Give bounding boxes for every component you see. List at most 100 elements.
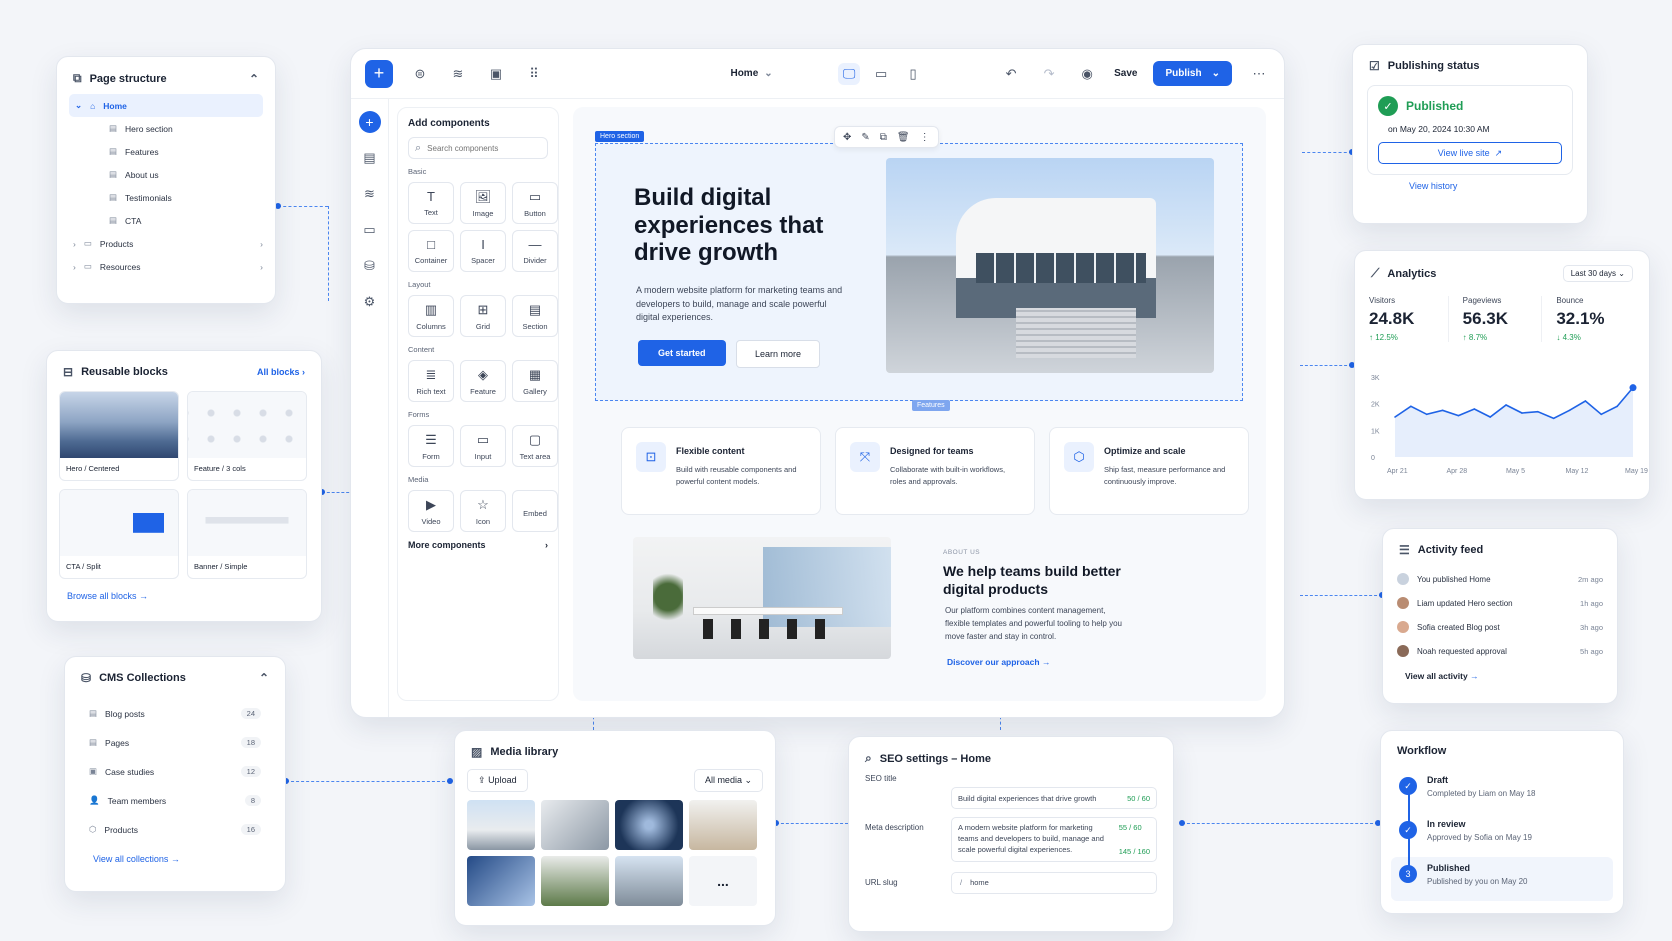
expand-chevron-icon[interactable]: › (73, 239, 76, 249)
layers-rail-icon[interactable]: ≋ (359, 183, 381, 205)
component-tile[interactable]: ▤ Section (512, 295, 558, 337)
meta-description-input[interactable]: A modern website platform for marketing … (951, 817, 1157, 862)
tree-item-home[interactable]: ⌄ ⌂ Home (69, 94, 263, 117)
expand-chevron-icon[interactable]: ⌄ (75, 100, 82, 111)
component-tile[interactable]: ▶ Video (408, 490, 454, 532)
activity-item[interactable]: Liam updated Hero section 1h ago (1397, 591, 1603, 615)
block-card[interactable]: CTA / Split (59, 489, 179, 579)
date-range-select[interactable]: Last 30 days ⌄ (1562, 265, 1633, 282)
component-tile[interactable]: ▦ Gallery (512, 360, 558, 402)
add-button[interactable]: + (365, 59, 393, 88)
component-tile[interactable]: 🖼 Image (460, 182, 506, 224)
collection-item[interactable]: ▣ Case studies 12 (89, 757, 261, 786)
settings-rail-icon[interactable]: ⚙ (359, 291, 381, 313)
collapse-chevron-icon[interactable]: ⌃ (259, 671, 269, 685)
component-search-input[interactable] (427, 143, 538, 153)
delete-icon[interactable]: 🗑 (897, 132, 910, 143)
edit-icon[interactable]: ✎ (861, 132, 869, 143)
tree-item[interactable]: ▤ Features (69, 140, 263, 163)
component-tile[interactable]: T Text (408, 182, 454, 224)
component-tile[interactable]: ≣ Rich text (408, 360, 454, 402)
workflow-step[interactable]: ✓ Draft Completed by Liam on May 18 (1391, 769, 1613, 813)
feature-card[interactable]: ⤧ Designed for teams Collaborate with buil… (835, 427, 1035, 515)
all-blocks-link[interactable]: All blocks › (257, 367, 305, 377)
tree-item[interactable]: ▤ CTA (69, 209, 263, 232)
pages-rail-icon[interactable]: ▤ (359, 147, 381, 169)
more-components-link[interactable]: More components › (408, 540, 548, 550)
url-slug-input[interactable]: / home (951, 871, 1157, 894)
more-vertical-icon[interactable]: ⋮ (920, 132, 930, 143)
feature-card[interactable]: ⬡ Optimize and scale Ship fast, measure pe… (1049, 427, 1249, 515)
data-point[interactable] (1629, 384, 1637, 392)
duplicate-icon[interactable]: ⧉ (880, 132, 887, 143)
component-tile[interactable]: ▢ Text area (512, 425, 558, 467)
view-all-collections-link[interactable]: View all collections → (65, 844, 285, 874)
media-thumb[interactable] (689, 800, 757, 850)
move-icon[interactable]: ✥ (843, 132, 851, 143)
component-tile[interactable]: ☆ Icon (460, 490, 506, 532)
component-tile[interactable]: Embed (512, 490, 558, 532)
undo-icon[interactable]: ↶ (1000, 63, 1022, 85)
expand-chevron-icon[interactable]: › (73, 262, 76, 272)
preview-eye-icon[interactable]: ◉ (1076, 63, 1098, 85)
pages-icon[interactable]: ⊜ (409, 63, 431, 85)
component-tile[interactable]: ⊞ Grid (460, 295, 506, 337)
component-tile[interactable]: — Divider (512, 230, 558, 272)
workflow-step[interactable]: 3 Published Published by you on May 20 (1391, 857, 1613, 901)
publish-chevron-icon[interactable]: ⌄ (1212, 68, 1220, 79)
redo-icon[interactable]: ↷ (1038, 63, 1060, 85)
collection-item[interactable]: 👤 Team members 8 (89, 786, 261, 815)
add-element-button[interactable]: + (358, 111, 381, 133)
collapse-chevron-icon[interactable]: ⌃ (249, 72, 259, 86)
workflow-step[interactable]: ✓ In review Approved by Sofia on May 19 (1391, 813, 1613, 857)
assets-icon[interactable]: ▣ (485, 63, 507, 85)
save-button[interactable]: Save (1114, 68, 1137, 79)
get-started-button[interactable]: Get started (638, 340, 726, 366)
component-search[interactable]: ⌕ (408, 137, 548, 159)
collection-item[interactable]: ▤ Pages 18 (89, 728, 261, 757)
media-thumb[interactable] (615, 856, 683, 906)
activity-item[interactable]: You published Home 2m ago (1397, 567, 1603, 591)
component-tile[interactable]: ▥ Columns (408, 295, 454, 337)
tree-item[interactable]: ▤ About us (69, 163, 263, 186)
tree-item[interactable]: ▤ Hero section (69, 117, 263, 140)
block-card[interactable]: Banner / Simple (187, 489, 307, 579)
tree-folder[interactable]: › ▭ Products › (69, 232, 263, 255)
media-thumb[interactable] (541, 856, 609, 906)
block-card[interactable]: Hero / Centered (59, 391, 179, 481)
view-live-site-button[interactable]: View live site ↗ (1378, 142, 1562, 164)
media-thumb[interactable] (541, 800, 609, 850)
upload-button[interactable]: ⇪ Upload (467, 769, 528, 792)
hero-section[interactable]: Hero section ✥ ✎ ⧉ 🗑 ⋮ Build digital exp… (595, 126, 1243, 411)
media-filter-select[interactable]: All media ⌄ (693, 769, 763, 792)
folder-rail-icon[interactable]: ▭ (359, 219, 381, 241)
mobile-view-icon[interactable]: ▯ (902, 63, 924, 85)
discover-approach-link[interactable]: Discover our approach → (947, 657, 1050, 667)
publish-button[interactable]: Publish ⌄ (1153, 61, 1232, 86)
view-all-activity-link[interactable]: View all activity → (1383, 665, 1617, 687)
block-card[interactable]: Feature / 3 cols (187, 391, 307, 481)
more-media-button[interactable]: ... (689, 856, 757, 906)
layers-icon[interactable]: ≋ (447, 63, 469, 85)
component-tile[interactable]: I Spacer (460, 230, 506, 272)
tablet-view-icon[interactable]: ▭ (870, 63, 892, 85)
apps-grid-icon[interactable]: ⠿ (523, 63, 545, 85)
page-select[interactable]: Home ⌄ (730, 68, 772, 79)
more-options-icon[interactable]: ⋯ (1248, 63, 1270, 85)
activity-item[interactable]: Sofia created Blog post 3h ago (1397, 615, 1603, 639)
browse-all-blocks-link[interactable]: Browse all blocks → (47, 583, 321, 609)
collection-item[interactable]: ▤ Blog posts 24 (89, 699, 261, 728)
database-rail-icon[interactable]: ⛁ (359, 255, 381, 277)
media-thumb[interactable] (615, 800, 683, 850)
learn-more-button[interactable]: Learn more (736, 340, 821, 368)
seo-title-input[interactable]: Build digital experiences that drive gro… (951, 787, 1157, 809)
feature-card[interactable]: ⊡ Flexible content Build with reusable com… (621, 427, 821, 515)
desktop-view-icon[interactable]: 🖵 (838, 62, 861, 85)
media-thumb[interactable] (467, 856, 535, 906)
collection-item[interactable]: ⬡ Products 16 (89, 815, 261, 844)
component-tile[interactable]: □ Container (408, 230, 454, 272)
component-tile[interactable]: ▭ Input (460, 425, 506, 467)
view-history-link[interactable]: View history (1353, 179, 1587, 191)
component-tile[interactable]: ◈ Feature (460, 360, 506, 402)
component-tile[interactable]: ☰ Form (408, 425, 454, 467)
